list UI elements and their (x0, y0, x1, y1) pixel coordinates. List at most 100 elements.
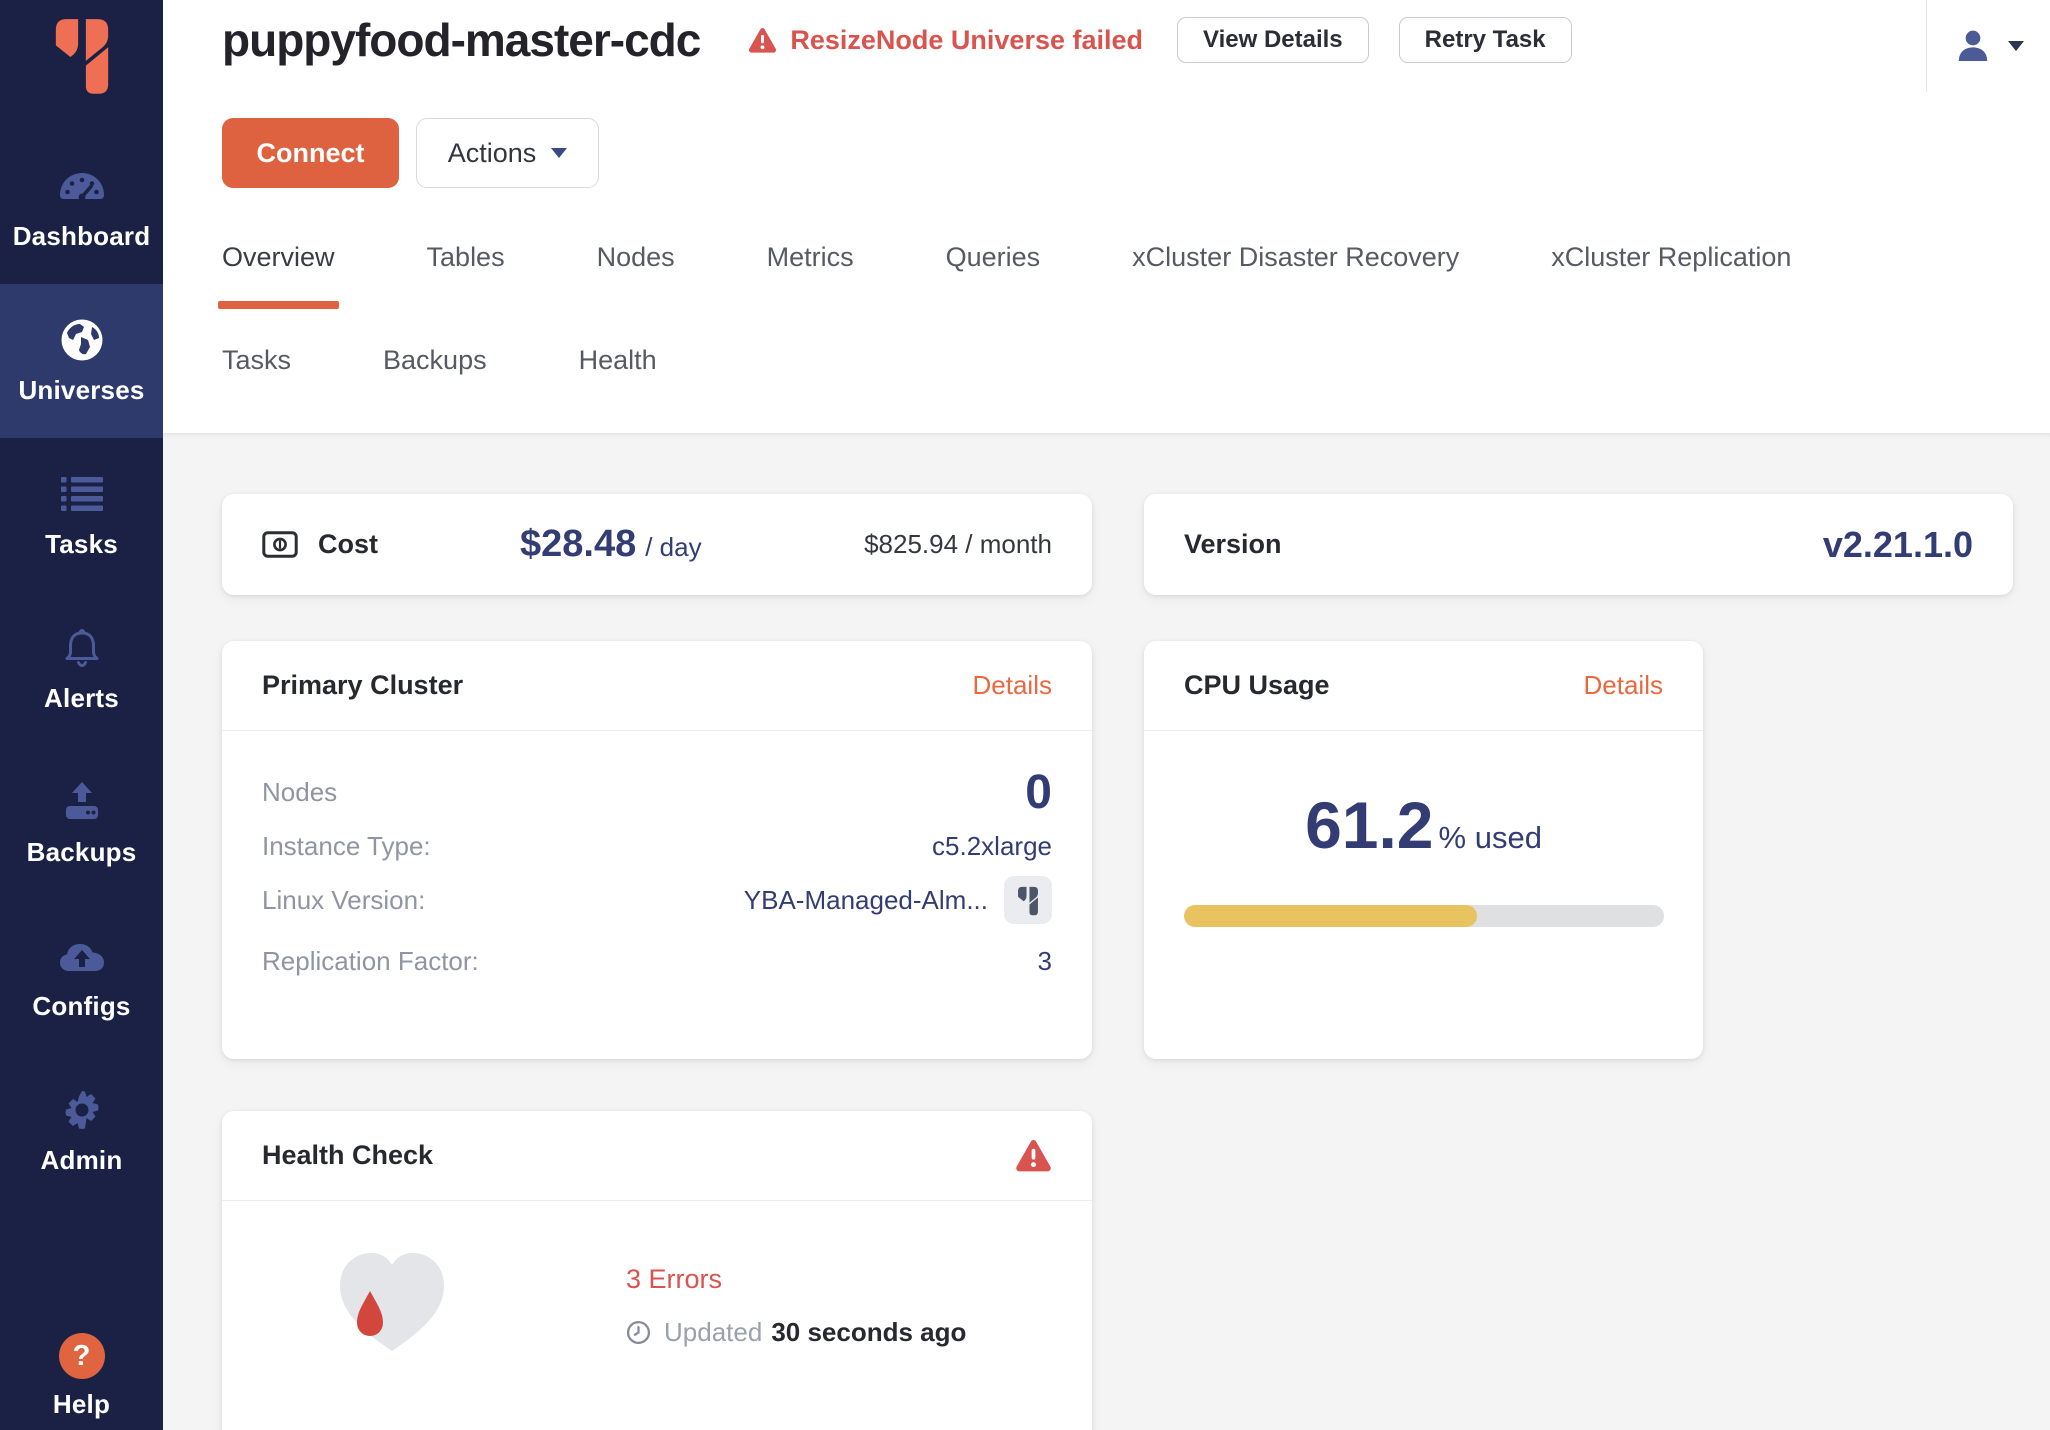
instance-type-value: c5.2xlarge (932, 831, 1052, 862)
tab-backups[interactable]: Backups (383, 345, 487, 376)
sidebar-item-label: Dashboard (13, 221, 151, 252)
replication-factor-row: Replication Factor: 3 (262, 946, 1052, 977)
cluster-row: Primary Cluster Details Nodes 0 Instance… (222, 641, 2013, 1059)
cost-daily: $28.48 / day (520, 523, 702, 566)
sidebar-item-alerts[interactable]: Alerts (0, 592, 163, 746)
tab-overview[interactable]: Overview (222, 242, 335, 273)
sidebar-item-label: Admin (41, 1145, 123, 1176)
version-card: Version v2.21.1.0 (1144, 494, 2013, 595)
replication-factor-value: 3 (1038, 946, 1052, 977)
sidebar-item-label: Configs (32, 991, 130, 1022)
sidebar-item-label: Help (53, 1389, 110, 1420)
sidebar-item-label: Universes (18, 375, 144, 406)
cpu-usage-card: CPU Usage Details 61.2 % used (1144, 641, 1703, 1059)
title-row: puppyfood-master-cdc ResizeNode Universe… (222, 0, 2050, 66)
sidebar-item-universes[interactable]: Universes (0, 284, 163, 438)
cpu-progress-fill (1184, 905, 1478, 927)
chevron-down-icon (551, 148, 567, 158)
cpu-percent-value: 61.2 (1305, 787, 1433, 863)
warning-triangle-icon (1015, 1139, 1052, 1173)
primary-cluster-details-link[interactable]: Details (973, 670, 1052, 701)
tab-queries[interactable]: Queries (946, 242, 1041, 273)
version-label: Version (1184, 529, 1282, 560)
instance-type-label: Instance Type: (262, 831, 431, 862)
health-check-body: 3 Errors Updated 30 seconds ago (222, 1201, 1092, 1366)
gear-icon (60, 1087, 104, 1133)
sidebar-item-dashboard[interactable]: Dashboard (0, 130, 163, 284)
heart-drop-icon (330, 1245, 454, 1366)
yba-managed-badge[interactable] (1004, 876, 1052, 924)
sidebar-item-label: Tasks (45, 529, 118, 560)
sidebar-item-label: Backups (27, 837, 137, 868)
health-updated-label: Updated (664, 1317, 762, 1348)
cpu-usage-details-link[interactable]: Details (1584, 670, 1663, 701)
actions-button[interactable]: Actions (416, 118, 599, 188)
cloud-upload-icon (58, 933, 106, 979)
cpu-usage-title: CPU Usage (1184, 670, 1330, 701)
sidebar-item-tasks[interactable]: Tasks (0, 438, 163, 592)
linux-version-label: Linux Version: (262, 885, 425, 916)
actions-button-label: Actions (448, 138, 537, 169)
cpu-usage-body: 61.2 % used (1144, 731, 1703, 927)
view-details-button[interactable]: View Details (1177, 17, 1369, 63)
cost-monthly-value: $825.94 / month (864, 529, 1052, 560)
sidebar-item-backups[interactable]: Backups (0, 746, 163, 900)
tab-bar-row2: Tasks Backups Health (222, 345, 2050, 376)
cost-daily-value: $28.48 (520, 523, 636, 566)
health-check-card: Health Check 3 Errors (222, 1111, 1092, 1430)
question-icon: ? (59, 1333, 105, 1379)
task-error-text: ResizeNode Universe failed (790, 25, 1143, 56)
tab-nodes[interactable]: Nodes (597, 242, 675, 273)
retry-task-button[interactable]: Retry Task (1399, 17, 1572, 63)
health-info: 3 Errors Updated 30 seconds ago (626, 1264, 966, 1348)
tab-health[interactable]: Health (579, 345, 657, 376)
sidebar-item-admin[interactable]: Admin (0, 1054, 163, 1208)
toolbar: Connect Actions (222, 118, 2050, 188)
overview-content: Cost $28.48 / day $825.94 / month Versio… (163, 433, 2050, 1430)
gauge-icon (58, 163, 106, 209)
primary-cluster-card: Primary Cluster Details Nodes 0 Instance… (222, 641, 1092, 1059)
linux-version-right: YBA-Managed-Alm... (744, 876, 1052, 924)
sidebar: Dashboard Universes Tasks (0, 0, 163, 1430)
chevron-down-icon (2008, 41, 2024, 51)
tab-bar-row1: Overview Tables Nodes Metrics Queries xC… (222, 242, 2050, 273)
sidebar-item-configs[interactable]: Configs (0, 900, 163, 1054)
yugabyte-logo[interactable] (0, 0, 163, 130)
cost-daily-suffix: / day (645, 532, 701, 563)
globe-icon (59, 317, 105, 363)
nodes-row: Nodes 0 (262, 761, 1052, 823)
cpu-progress-bar (1184, 905, 1664, 927)
linux-version-row: Linux Version: YBA-Managed-Alm... (262, 876, 1052, 924)
primary-cluster-title: Primary Cluster (262, 670, 463, 701)
health-updated-value: 30 seconds ago (771, 1317, 966, 1348)
tab-tables[interactable]: Tables (427, 242, 505, 273)
tab-tasks[interactable]: Tasks (222, 345, 291, 376)
nodes-label: Nodes (262, 777, 337, 808)
cpu-percent-suffix: % used (1439, 820, 1542, 856)
linux-version-value: YBA-Managed-Alm... (744, 885, 988, 916)
cpu-usage-header: CPU Usage Details (1144, 641, 1703, 731)
instance-type-row: Instance Type: c5.2xlarge (262, 831, 1052, 862)
connect-button[interactable]: Connect (222, 118, 399, 188)
tab-metrics[interactable]: Metrics (767, 242, 854, 273)
page-title: puppyfood-master-cdc (222, 13, 700, 67)
main-area: puppyfood-master-cdc ResizeNode Universe… (163, 0, 2050, 1430)
version-value: v2.21.1.0 (1823, 524, 1973, 566)
health-errors-link[interactable]: 3 Errors (626, 1264, 966, 1295)
yugabyte-logo-icon (51, 14, 113, 96)
tab-xcluster-replication[interactable]: xCluster Replication (1551, 242, 1791, 273)
bell-icon (60, 625, 104, 671)
tab-xcluster-disaster-recovery[interactable]: xCluster Disaster Recovery (1132, 242, 1459, 273)
sidebar-item-help[interactable]: ? Help (0, 1333, 163, 1420)
list-icon (60, 471, 104, 517)
user-menu[interactable] (1926, 0, 2050, 92)
sidebar-item-label: Alerts (44, 683, 119, 714)
money-icon (262, 531, 298, 558)
health-updated-row: Updated 30 seconds ago (626, 1317, 966, 1348)
cost-card: Cost $28.48 / day $825.94 / month (222, 494, 1092, 595)
replication-factor-label: Replication Factor: (262, 946, 479, 977)
summary-row: Cost $28.48 / day $825.94 / month Versio… (222, 494, 2013, 595)
user-avatar-icon (1953, 26, 1993, 66)
task-error-banner: ResizeNode Universe failed (748, 25, 1143, 56)
health-check-title: Health Check (262, 1140, 433, 1171)
